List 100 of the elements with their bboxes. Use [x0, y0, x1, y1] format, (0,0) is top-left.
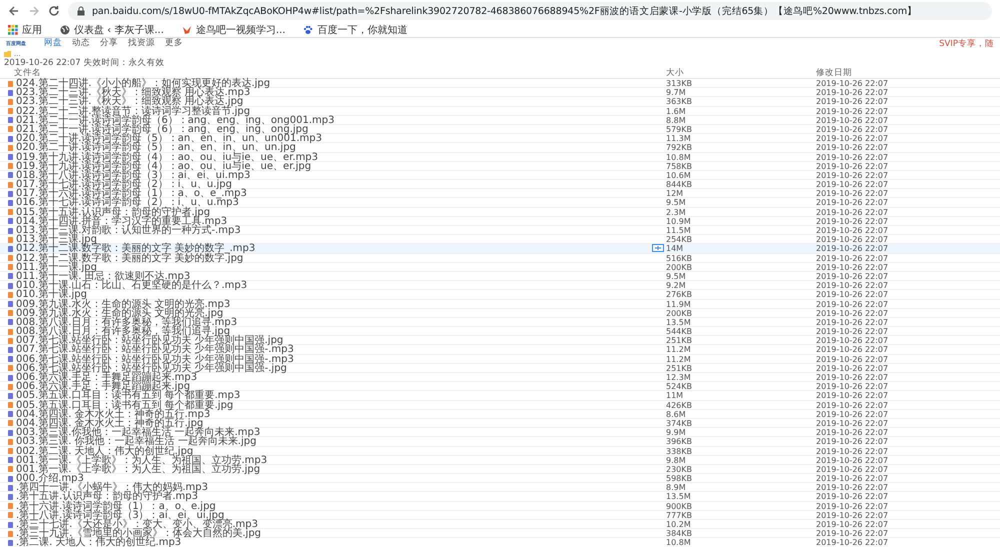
- file-row[interactable]: 003.第三课.你我他：一起幸福生活 一起奔向未来.mp3 9.9M 2019-10-26 22:07: [0, 428, 1000, 438]
- file-row[interactable]: 010.第十课.山石：比山、石更坚硬的是什么？.mp3 9.2M 2019-10-26 22:07: [0, 281, 1000, 290]
- file-size: 14M: [666, 244, 684, 254]
- file-size: 10.2M: [666, 520, 691, 529]
- column-header[interactable]: 大小: [652, 68, 802, 78]
- file-row[interactable]: 008.第八课.日月：有许多奥秘，等我们追寻.jpg 544KB 2019-10-26 22:07: [0, 327, 1000, 336]
- nav-tab[interactable]: 分享: [100, 38, 118, 49]
- file-row[interactable]: 010.第十课.jpg 276KB 2019-10-26 22:07: [0, 290, 1000, 300]
- file-name: 005.第五课.口耳目：读书有五到 每个都重要.mp3: [16, 391, 240, 400]
- file-row[interactable]: 015.第十五讲.认识声母：韵母的守护者.jpg 2.3M 2019-10-26 22:07: [0, 208, 1000, 217]
- file-row[interactable]: 016.第十七讲.读诗词学韵母（2）：i、u、u.mp3 9.5M 2019-10-26 22:07: [0, 198, 1000, 208]
- file-row[interactable]: 012.第十二课.数字歌：美丽的文字 美妙的数字.jpg 516KB 2019-10-26 22:07: [0, 254, 1000, 263]
- file-row[interactable]: 009.第九课.水火：生命的源头 文明的光亮.mp3 11.9M 2019-10-26 22:07: [0, 300, 1000, 309]
- promo-link[interactable]: SVIP专享，随: [939, 38, 994, 50]
- file-row[interactable]: 006.第七课.站坐行卧：站坐行卧见功夫 少年强则中国强-.mp3 11.2M 2019-10-26 22:07: [0, 354, 1000, 364]
- file-row[interactable]: 011.第十一课.jpg 200KB 2019-10-26 22:07: [0, 262, 1000, 272]
- file-row[interactable]: .第十六讲.读诗词学韵母（1）：a、o、e.jpg 900KB 2019-10-26 22:07: [0, 502, 1000, 511]
- modified-date: 2019-10-26 22:07: [815, 437, 890, 446]
- bookmark[interactable]: 仪表盘 ‹ 李灰子课...: [60, 22, 164, 36]
- file-row[interactable]: 003.第三课. 你我他：一起幸福生活 一起奔向未来.jpg 396KB 2019-10-26 22:07: [0, 437, 1000, 446]
- nav-tab[interactable]: 找资源: [128, 38, 155, 49]
- file-row[interactable]: 019.第十九讲.读诗词学韵母（4）：ao、ou、iu与ie、ue、er.jpg 758KB 2019-10-26 22:07: [0, 162, 1000, 171]
- file-row[interactable]: 020.第二十讲.读诗词学韵母（5）：an、en、in、un、un001.mp3 11.3M 2019-10-26 22:07: [0, 134, 1000, 144]
- file-row[interactable]: 019.第十九讲.读诗词学韵母（4）：ao、ou、iu与ie、ue、er.mp3 10.8M 2019-10-26 22:07: [0, 152, 1000, 162]
- file-row[interactable]: 012.第十二课.数字歌：美丽的文字 美妙的数字_.mp3 14M 2019-10-26 22:07: [0, 244, 1000, 254]
- modified-date: 2019-10-26 22:07: [815, 308, 890, 318]
- file-row[interactable]: 022.第二十二讲.整读音节：读诗词学习整读音节.jpg 1.6M 2019-10-26 22:07: [0, 106, 1000, 116]
- file-row[interactable]: .第三十七讲.《大还是小》：变大、变小、变漂亮.mp3 10.2M 2019-10-26 22:07: [0, 520, 1000, 530]
- file-name: 013.第十三课.jpg: [16, 235, 97, 244]
- file-row[interactable]: 017.第十七讲.读诗词学韵母（2）：i、u、u.jpg 844KB 2019-10-26 22:07: [0, 180, 1000, 190]
- file-row[interactable]: 024.第二十四讲.《小小的船》：如何实现更好的表达.jpg 313KB 2019-10-26 22:07: [0, 79, 1000, 88]
- modified-date: 2019-10-26 22:07: [815, 364, 890, 373]
- file-row[interactable]: 005.第五课.口耳目：读书有五到 每个都重要.mp3 11M 2019-10-26 22:07: [0, 391, 1000, 401]
- file-row[interactable]: 004.第四课. 金木水火土：神奇的五行.mp3 8.6M 2019-10-26 22:07: [0, 410, 1000, 419]
- file-name: .第三十九讲.《雪地里的小画家》：体会大自然的美.jpg: [16, 529, 262, 538]
- file-name: 023.第二十三讲.《秋天》：细致观察 用心表达.mp3: [16, 88, 250, 98]
- audio-file-icon: [8, 540, 13, 546]
- file-row[interactable]: 006.第七课.站坐行卧：站坐行卧见功夫 少年强则中国强-.jpg 251KB 2019-10-26 22:07: [0, 364, 1000, 373]
- reload-icon[interactable]: [48, 5, 60, 17]
- modified-date: 2019-10-26 22:07: [815, 446, 890, 456]
- audio-file-icon: [8, 392, 13, 399]
- file-row[interactable]: 017.第十六讲.读诗词学韵母（1）：a、o、e_.mp3 12M 2019-10-26 22:07: [0, 189, 1000, 198]
- audio-file-icon: [8, 90, 13, 96]
- file-row[interactable]: 014.第十四讲.拼音：学习汉字的重要工具.mp3 10.9M 2019-10-26 22:07: [0, 216, 1000, 226]
- nav-tab[interactable]: 更多: [165, 38, 183, 49]
- bookmark[interactable]: 应用: [8, 22, 42, 36]
- download-icon[interactable]: [652, 244, 664, 252]
- file-row[interactable]: .第十八讲.读诗词学韵母（3）：ai、ei、ui.jpg 777KB 2019-10-26 22:07: [0, 510, 1000, 520]
- bookmark[interactable]: 百度一下，你就知道: [303, 22, 408, 36]
- file-size: 544KB: [666, 327, 692, 336]
- file-row[interactable]: .第十五讲.认识声母：韵母的守护者.mp3 13.5M 2019-10-26 22:07: [0, 492, 1000, 502]
- file-row[interactable]: 018.第十八讲.读诗词学韵母（3）：ai、ei、ui.mp3 10.6M 2019-10-26 22:07: [0, 170, 1000, 180]
- nav-tab[interactable]: 网盘: [44, 38, 62, 49]
- file-row[interactable]: 007.第七课.站坐行卧：站坐行卧见功夫 少年强则中国强-.mp3 11.2M 2019-10-26 22:07: [0, 345, 1000, 355]
- file-row[interactable]: 005.第五课.口耳目：读书有五到 每个都重要.jpg 426KB 2019-10-26 22:07: [0, 400, 1000, 410]
- lock-icon: [76, 6, 86, 16]
- file-row[interactable]: 001.第一课.《上学歌》：为人生、为祖国、立功劳.jpg 230KB 2019-10-26 22:07: [0, 464, 1000, 474]
- bookmark[interactable]: 途鸟吧一视频学习...: [182, 22, 286, 36]
- column-header[interactable]: 修改日期: [802, 68, 1000, 78]
- file-size: 9.9M: [666, 428, 686, 438]
- file-row[interactable]: 021.第二十一讲.读诗词学韵母（6）：ang、eng、ing、ong001.mp3 8.8M 2019-10-26 22:07: [0, 116, 1000, 125]
- modified-date: 2019-10-26 22:07: [815, 345, 890, 354]
- file-row[interactable]: 009.第九课.水火：生命的源头 文明的光亮.jpg 200KB 2019-10-26 22:07: [0, 308, 1000, 318]
- file-size: 200KB: [666, 308, 692, 318]
- file-size: 13.5M: [666, 318, 691, 327]
- file-size: 11.3M: [666, 134, 691, 144]
- file-name: .第十八讲.读诗词学韵母（3）：ai、ei、ui.jpg: [16, 510, 224, 520]
- file-size: 363KB: [666, 97, 692, 106]
- modified-date: 2019-10-26 22:07: [815, 428, 890, 438]
- file-name: 019.第十九讲.读诗词学韵母（4）：ao、ou、iu与ie、ue、er.jpg: [16, 162, 312, 171]
- file-name: 009.第九课.水火：生命的源头 文明的光亮.jpg: [16, 308, 224, 318]
- nav-tab[interactable]: 动态: [72, 38, 90, 49]
- file-row[interactable]: 002.第二课. 天地人：伟大的创世纪.jpg 338KB 2019-10-26 22:07: [0, 446, 1000, 456]
- file-row[interactable]: .第三十九讲.《雪地里的小画家》：体会大自然的美.jpg 384KB 2019-10-26 22:07: [0, 529, 1000, 538]
- file-size: 384KB: [666, 529, 692, 538]
- column-header[interactable]: 文件名: [0, 68, 652, 78]
- file-size: 2.3M: [666, 208, 686, 217]
- file-size: 200KB: [666, 262, 692, 272]
- modified-date: 2019-10-26 22:07: [815, 290, 890, 300]
- file-name: 012.第十二课.数字歌：美丽的文字 美妙的数字.jpg: [16, 254, 244, 263]
- file-row[interactable]: 023.第二十三讲.《秋天》：细致观察 用心表达.jpg 363KB 2019-10-26 22:07: [0, 97, 1000, 107]
- image-file-icon: [8, 80, 13, 86]
- file-row[interactable]: 008.第八课.日月：有许多奥秘，等我们追寻.mp3 13.5M 2019-10-26 22:07: [0, 318, 1000, 328]
- file-name: 023.第二十三讲.《秋天》：细致观察 用心表达.jpg: [16, 97, 244, 106]
- file-row[interactable]: 001.第一课.《上学歌》：为人生、为祖国、立功劳.mp3 9.8M 2019-10-26 22:07: [0, 456, 1000, 465]
- file-row[interactable]: 013.第十三课.对韵歌：认知世界的一种方式-.mp3 11.5M 2019-10-26 22:07: [0, 226, 1000, 236]
- file-row[interactable]: 007.第七课.站坐行卧：站坐行卧见功夫 少年强则中国强.jpg 251KB 2019-10-26 22:07: [0, 336, 1000, 346]
- file-size: 251KB: [666, 336, 692, 346]
- file-name: 008.第八课.日月：有许多奥秘，等我们追寻.mp3: [16, 318, 238, 327]
- modified-date: 2019-10-26 22:07: [815, 354, 890, 364]
- file-row[interactable]: 006.第六课.手足：手舞足蹈蹦起来.mp3 12.3M 2019-10-26 22:07: [0, 373, 1000, 382]
- back-icon[interactable]: [8, 5, 20, 17]
- image-file-icon: [8, 144, 13, 151]
- file-name: .第十六讲.读诗词学韵母（1）：a、o、e.jpg: [16, 502, 216, 511]
- file-row[interactable]: 020.第二十讲.读诗词学韵母（5）：an、en、in、un、un.jpg 792KB 2019-10-26 22:07: [0, 143, 1000, 152]
- address-bar[interactable]: pan.baidu.com/s/18wU0-fMTAkZqcABoKOHP4w#list/path=%2Fsharelink3902720782-468386076688945%2F丽波的语文启蒙课-小学版（完结65集）【途鸟吧%20www.tnbzs.com】: [68, 2, 992, 20]
- file-row[interactable]: 023.第二十三讲.《秋天》：细致观察 用心表达.mp3 9.7M 2019-10-26 22:07: [0, 88, 1000, 98]
- image-file-icon: [8, 466, 13, 472]
- globe-icon: [60, 24, 70, 34]
- modified-date: 2019-10-26 22:07: [815, 162, 890, 171]
